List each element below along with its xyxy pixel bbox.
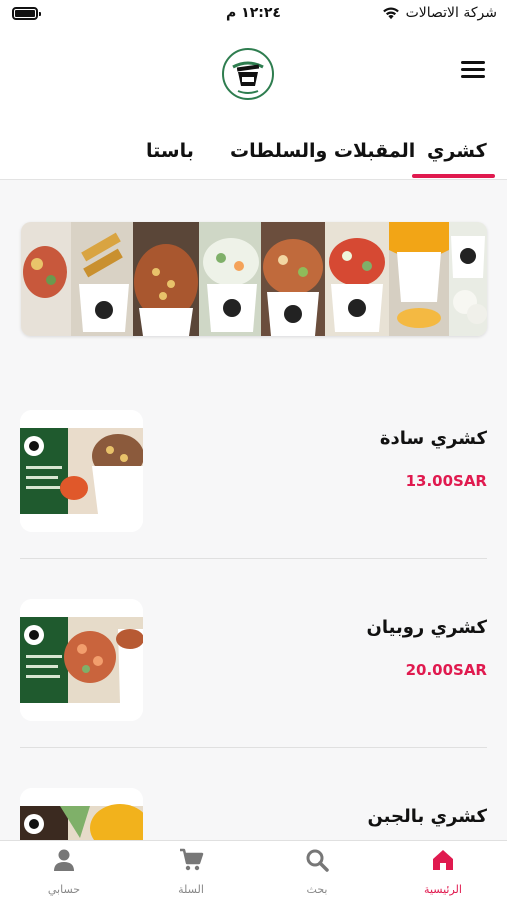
- nav-search[interactable]: بحث: [272, 847, 362, 896]
- category-tabs: كشري المقبلات والسلطات باستا: [0, 130, 507, 180]
- item-name: كشري سادة: [379, 428, 487, 449]
- item-price: 20.00SAR: [405, 661, 487, 679]
- koshary-bowl-logo-icon: [232, 61, 264, 94]
- tab-appetizers-salads[interactable]: المقبلات والسلطات: [230, 140, 415, 162]
- nav-home[interactable]: الرئيسية: [398, 847, 488, 896]
- carrier-name: شركة الاتصالات: [405, 5, 497, 21]
- tab-pasta[interactable]: باستا: [146, 140, 194, 162]
- koshary-logo[interactable]: [222, 48, 274, 100]
- menu-item[interactable]: كشري سادة 13.00SAR: [20, 410, 487, 535]
- nav-account-label: حسابي: [47, 883, 81, 896]
- item-name: كشري روبيان: [366, 617, 487, 638]
- promo-banner[interactable]: [21, 222, 487, 336]
- food-banner-image: [21, 222, 487, 336]
- item-name: كشري بالجبن: [367, 806, 487, 827]
- menu-item[interactable]: كشري روبيان 20.00SAR: [20, 599, 487, 724]
- nav-account[interactable]: حسابي: [19, 847, 109, 896]
- carrier-info: شركة الاتصالات: [382, 5, 497, 21]
- nav-cart-label: السلة: [178, 883, 204, 896]
- user-icon: [54, 849, 74, 871]
- search-icon: [306, 849, 329, 872]
- cart-icon: [180, 848, 204, 871]
- nav-home-label: الرئيسية: [424, 883, 462, 896]
- nav-cart[interactable]: السلة: [146, 847, 236, 896]
- tab-koshary[interactable]: كشري: [427, 140, 487, 162]
- status-bar: ١٢:٢٤ م شركة الاتصالات: [0, 0, 507, 30]
- item-price: 13.00SAR: [405, 472, 487, 490]
- active-tab-indicator: [412, 174, 495, 178]
- wifi-icon: [382, 7, 399, 20]
- nav-search-label: بحث: [306, 883, 328, 896]
- hamburger-menu-icon[interactable]: [461, 61, 485, 81]
- bottom-navigation: الرئيسية بحث السلة حسابي: [0, 840, 507, 900]
- divider: [20, 558, 487, 559]
- app-header: [0, 30, 507, 130]
- divider: [20, 747, 487, 748]
- item-thumbnail: [20, 410, 143, 532]
- home-icon: [433, 850, 453, 870]
- item-thumbnail: [20, 599, 143, 721]
